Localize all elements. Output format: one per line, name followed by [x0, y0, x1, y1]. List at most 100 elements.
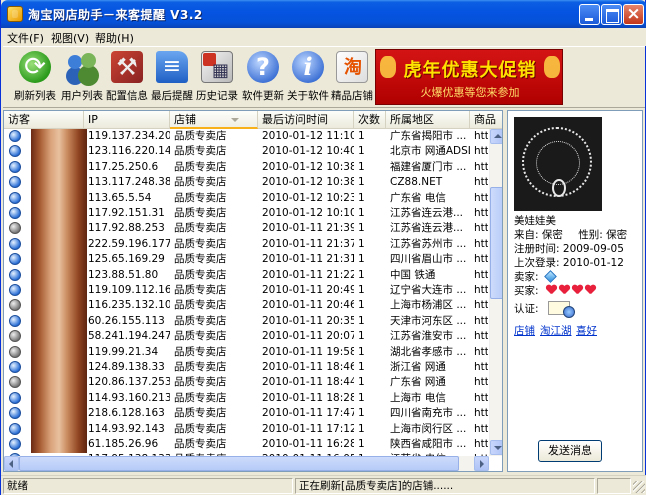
table-cell: 2010-01-11 19:58:23: [262, 345, 354, 358]
visitor-status-icon: [9, 268, 21, 281]
table-cell: 2010-01-11 18:28:16: [262, 391, 354, 404]
table-cell: 品质专卖店: [174, 268, 227, 281]
featured-shops-button[interactable]: 精品店铺: [328, 49, 376, 107]
arrow-left-icon: [9, 460, 13, 468]
maximize-button[interactable]: [601, 4, 622, 25]
table-cell: http: [474, 237, 488, 250]
taobao-icon: [336, 51, 369, 84]
column-product[interactable]: 商品: [470, 111, 502, 129]
table-cell: 广东省揭阳市 ...: [390, 130, 467, 142]
visitor-status-icon: [9, 207, 21, 219]
hscroll-thumb[interactable]: [19, 456, 459, 471]
visitor-status-icon: [9, 222, 21, 235]
column-last-visit[interactable]: 最后访问时间: [258, 111, 354, 129]
last-login-label: 上次登录:: [514, 257, 560, 269]
menu-view[interactable]: 视图(V): [51, 30, 89, 46]
visitor-profile-panel: 美娃娃美 来自: 保密 性别: 保密 注册时间: 2009-09-05 上次登录…: [507, 110, 643, 472]
menu-file[interactable]: 文件(F): [7, 30, 44, 46]
minimize-button[interactable]: [579, 4, 600, 25]
table-cell: 2010-01-11 20:46:32: [262, 299, 354, 312]
horizontal-scrollbar[interactable]: [4, 456, 489, 471]
profile-name: 美娃娃美: [514, 215, 556, 227]
table-cell: 江苏省连云港...: [390, 207, 464, 219]
table-cell: 1: [358, 438, 365, 450]
table-cell: 1: [358, 237, 365, 250]
menu-help[interactable]: 帮助(H): [95, 30, 134, 46]
scroll-down-button[interactable]: [490, 440, 502, 455]
table-cell: 2010-01-11 20:07:38: [262, 330, 354, 343]
tools-icon: [111, 51, 143, 83]
column-count[interactable]: 次数: [354, 111, 386, 129]
table-cell: 1: [358, 176, 365, 189]
tool-label: 精品店铺: [331, 90, 373, 102]
table-cell: 福建省厦门市 ...: [390, 160, 467, 173]
table-cell: 1: [358, 345, 365, 358]
preferences-link[interactable]: 喜好: [576, 323, 597, 338]
heart-icon: [585, 285, 596, 295]
table-cell: 江苏省苏州市 ...: [390, 237, 467, 250]
shop-link[interactable]: 店铺: [514, 323, 535, 338]
table-cell: 1: [358, 222, 365, 235]
certificate-icon: [548, 301, 575, 318]
taojianghu-link[interactable]: 淘江湖: [540, 323, 572, 338]
document-icon: [156, 51, 188, 83]
visitor-status-icon: [9, 345, 21, 358]
table-cell: 品质专卖店: [174, 391, 227, 404]
promo-banner[interactable]: 虎年优惠大促销 火爆优惠等您来参加: [375, 49, 563, 105]
table-cell: 117.92.88.253: [88, 222, 165, 235]
table-cell: 2010-01-12 10:38:04: [262, 176, 354, 189]
scroll-thumb[interactable]: [490, 187, 502, 299]
vertical-scrollbar[interactable]: [489, 129, 502, 456]
table-cell: 120.86.137.253: [88, 376, 170, 389]
source-value: 保密: [541, 229, 563, 241]
table-cell: 1: [358, 391, 365, 404]
table-cell: 2010-01-11 17:47:07: [262, 407, 354, 420]
table-cell: 1: [358, 160, 365, 173]
visitor-status-icon: [9, 314, 21, 327]
table-cell: 上海市杨浦区 ...: [390, 299, 467, 312]
resize-grip[interactable]: [633, 481, 645, 493]
title-bar[interactable]: 淘宝网店助手－来客提醒 V3.2: [1, 0, 646, 28]
table-cell: 1: [358, 376, 365, 389]
table-cell: CZ88.NET: [390, 176, 443, 189]
table-cell: 品质专卖店: [174, 222, 227, 235]
scroll-left-button[interactable]: [4, 456, 19, 471]
close-button[interactable]: [623, 4, 644, 25]
list-header: 访客 IP 店铺 最后访问时间 次数 所属地区 商品: [4, 111, 502, 129]
column-ip[interactable]: IP: [84, 111, 170, 129]
table-cell: http: [474, 222, 488, 235]
table-cell: 2010-01-11 21:22:24: [262, 268, 354, 281]
table-cell: 2010-01-11 21:31:24: [262, 253, 354, 266]
column-region[interactable]: 所属地区: [386, 111, 470, 129]
toolbar: 刷新列表 用户列表 配置信息 最后提醒 历史记录 软件更新 关于软件 精品店铺: [3, 46, 645, 108]
scroll-right-button[interactable]: [474, 456, 489, 471]
table-cell: 2010-01-11 18:46:34: [262, 361, 354, 373]
table-cell: 119.99.21.34: [88, 345, 159, 358]
table-cell: http: [474, 160, 488, 173]
table-cell: 123.116.220.147: [88, 145, 170, 158]
send-message-button[interactable]: 发送消息: [538, 440, 602, 462]
table-cell: 品质专卖店: [174, 284, 227, 296]
table-cell: 品质专卖店: [174, 207, 227, 219]
profile-last-login-row: 上次登录: 2010-01-12: [514, 255, 624, 270]
buyer-label: 买家:: [514, 285, 539, 297]
scroll-up-button[interactable]: [490, 129, 502, 144]
table-cell: 2010-01-11 16:28:34: [262, 438, 354, 450]
window-title: 淘宝网店助手－来客提醒 V3.2: [28, 8, 203, 22]
table-cell: 1: [358, 361, 365, 373]
last-login-value: 2010-01-12: [562, 257, 624, 269]
visitor-status-icon: [9, 422, 21, 435]
table-cell: 湖北省孝感市 ...: [390, 345, 467, 358]
column-shop[interactable]: 店铺: [170, 111, 258, 129]
table-cell: 114.93.160.213: [88, 391, 170, 404]
table-cell: http: [474, 391, 488, 404]
table-cell: 上海市闵行区 ...: [390, 422, 467, 435]
table-cell: 2010-01-11 20:35:23: [262, 314, 354, 327]
table-cell: 113.65.5.54: [88, 191, 152, 204]
table-cell: 60.26.155.113: [88, 314, 165, 327]
table-cell: 1: [358, 422, 365, 435]
column-visitor[interactable]: 访客: [4, 111, 84, 129]
visitor-status-icon: [9, 361, 21, 373]
table-cell: 2010-01-12 10:38:50: [262, 160, 354, 173]
status-ready: 就绪: [3, 478, 293, 494]
